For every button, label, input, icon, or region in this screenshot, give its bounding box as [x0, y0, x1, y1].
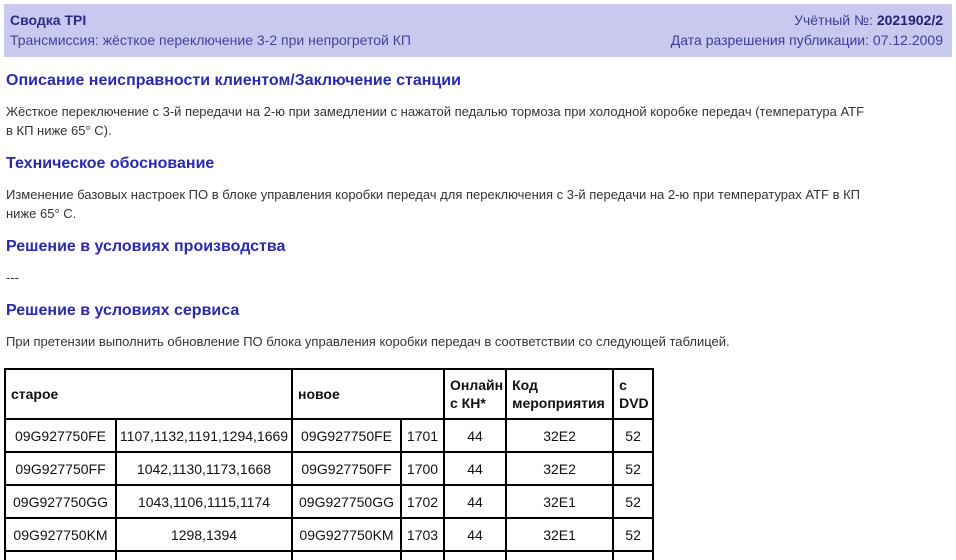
header-row-top: Сводка TPI Учётный №: 2021902/2	[10, 10, 943, 30]
table-cell: 09G927750KM	[4, 517, 117, 552]
section-title-production: Решение в условиях производства	[6, 238, 286, 255]
section-title-technical: Техническое обоснование	[6, 155, 215, 172]
publication-date: Дата разрешения публикации: 07.12.2009	[671, 30, 943, 50]
table-cell: 32E1	[505, 550, 615, 560]
record-number-label: Учётный №:	[794, 12, 873, 28]
tpi-summary-title: Сводка TPI	[10, 12, 87, 28]
column-header-online: Онлайн с КН*	[442, 368, 508, 420]
header-bar: Сводка TPI Учётный №: 2021902/2 Трансмис…	[4, 4, 952, 57]
table-cell: 1704	[400, 550, 445, 560]
table-cell: 32E2	[505, 418, 615, 453]
section-title-service: Решение в условиях сервиса	[6, 302, 240, 319]
section-body-service: При претензии выполнить обновление ПО бл…	[6, 334, 730, 349]
table-cell: 32E1	[505, 484, 615, 519]
table-header-row: старое новое Онлайн с КН* Код мероприяти…	[4, 368, 655, 420]
table-cell: 1107,1132,1191,1294,1669	[115, 418, 293, 453]
table-cell: 1702	[400, 484, 445, 519]
table-cell: 09G927750FF	[4, 451, 117, 486]
table-cell: 09G927750FE	[291, 418, 402, 453]
record-number: Учётный №: 2021902/2	[794, 10, 943, 30]
table-cell: 1701	[400, 418, 445, 453]
table-cell: 44	[442, 550, 508, 560]
table-cell: 09G927750FE	[4, 418, 117, 453]
tpi-subject: Трансмиссия: жёсткое переключение 3-2 пр…	[10, 32, 411, 48]
table-cell: 09G927750GG	[291, 484, 402, 519]
table-cell: 1298,1394	[115, 517, 293, 552]
table-row: 09G927750GG 1043,1106,1115,1174 09G92775…	[4, 484, 655, 519]
table-cell: 32E2	[505, 451, 615, 486]
table-cell: 1703	[400, 517, 445, 552]
software-update-table: старое новое Онлайн с КН* Код мероприяти…	[4, 368, 655, 560]
table-cell: 44	[442, 484, 508, 519]
table-cell: 09G927750KN	[4, 550, 117, 560]
table-body: 09G927750FE 1107,1132,1191,1294,1669 09G…	[4, 418, 655, 560]
publication-date-value: 07.12.2009	[872, 32, 943, 48]
section-title-complaint: Описание неисправности клиентом/Заключен…	[6, 72, 461, 89]
table-row: 09G927750KM 1298,1394 09G927750KM 1703 4…	[4, 517, 655, 552]
table-cell: 1042,1130,1173,1668	[115, 451, 293, 486]
table-cell: 09G927750KM	[291, 517, 402, 552]
tpi-document-page: Сводка TPI Учётный №: 2021902/2 Трансмис…	[0, 0, 956, 560]
table-cell: 09G927750FF	[291, 451, 402, 486]
table-cell: 09G927750GG	[4, 484, 117, 519]
publication-date-label: Дата разрешения публикации:	[670, 32, 870, 48]
table-cell: 1043,1106,1115,1174	[115, 484, 293, 519]
table-cell: 32E1	[505, 517, 615, 552]
table-cell: 09G927750KN	[291, 550, 402, 560]
table-row: 09G927750KN 1394,1554,1590 09G927750KN 1…	[4, 550, 655, 560]
table-cell: 52	[612, 550, 655, 560]
table-header: старое новое Онлайн с КН* Код мероприяти…	[4, 368, 655, 420]
header-row-bottom: Трансмиссия: жёсткое переключение 3-2 пр…	[10, 30, 943, 50]
table-cell: 44	[442, 517, 508, 552]
column-header-old: старое	[4, 368, 293, 420]
table-row: 09G927750FE 1107,1132,1191,1294,1669 09G…	[4, 418, 655, 453]
table-cell: 52	[612, 484, 655, 519]
table-cell: 1700	[400, 451, 445, 486]
section-body-complaint: Жёсткое переключение с 3-й передачи на 2…	[6, 104, 865, 138]
table-cell: 52	[612, 451, 655, 486]
column-header-action-code: Код мероприятия	[505, 368, 615, 420]
table-cell: 44	[442, 418, 508, 453]
column-header-dvd: с DVD	[612, 368, 655, 420]
table-row: 09G927750FF 1042,1130,1173,1668 09G92775…	[4, 451, 655, 486]
record-number-value: 2021902/2	[876, 12, 943, 28]
table-cell: 44	[442, 451, 508, 486]
section-body-technical: Изменение базовых настроек ПО в блоке уп…	[6, 187, 861, 221]
table-cell: 52	[612, 517, 655, 552]
table-cell: 52	[612, 418, 655, 453]
column-header-new: новое	[291, 368, 445, 420]
table-cell: 1394,1554,1590	[115, 550, 293, 560]
section-body-production: ---	[6, 270, 19, 285]
